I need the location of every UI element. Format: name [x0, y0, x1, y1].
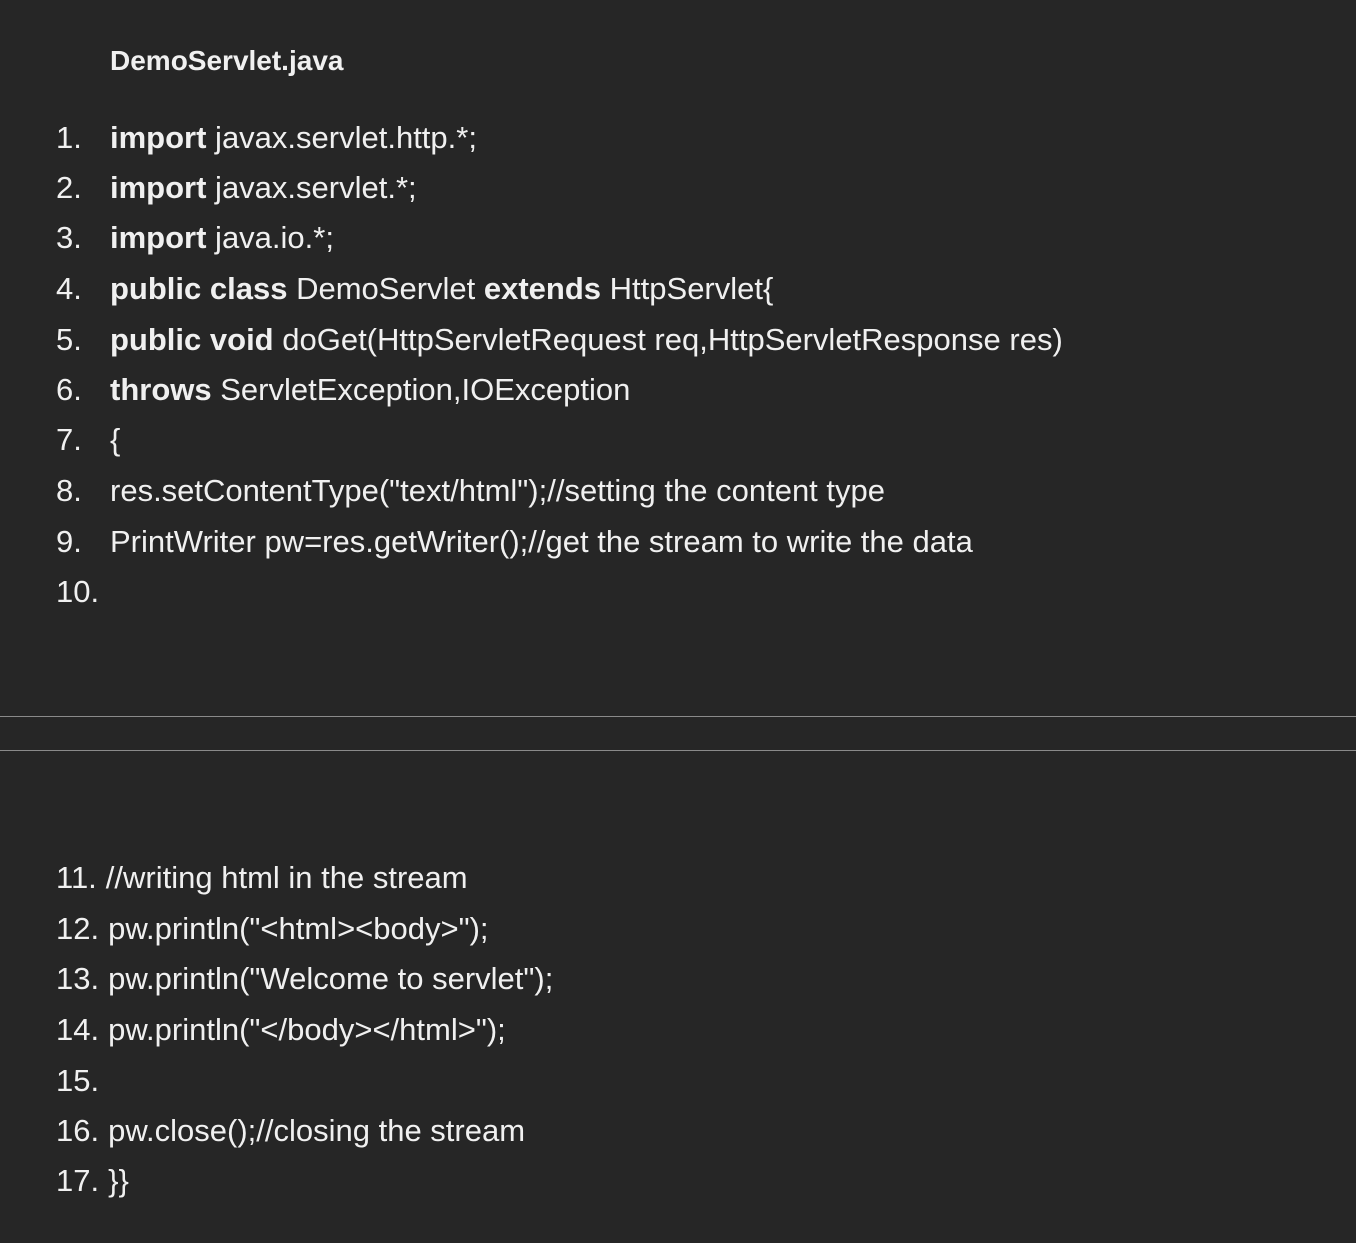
code-line-17: 17.}} [56, 1161, 129, 1201]
code-line-14: 14. pw.println("</body></html>"); [56, 1010, 506, 1050]
page-break-gap [0, 717, 1356, 750]
line-number: 6. [56, 372, 82, 407]
line-number: 7. [56, 422, 82, 457]
code-line-10: 10. [56, 572, 110, 612]
code-line-4: 4. public class DemoServlet extends HttpS… [56, 269, 773, 309]
code-text: DemoServlet [287, 271, 484, 306]
keyword: public void [110, 322, 274, 357]
line-number: 8. [56, 473, 82, 508]
line-number: 15. [56, 1063, 100, 1098]
code-text: javax.servlet.*; [206, 170, 417, 205]
code-text: res.setContentType("text/html");//settin… [110, 473, 885, 508]
code-line-8: 8. res.setContentType("text/html");//sett… [56, 471, 885, 511]
line-number: 1. [56, 120, 82, 155]
code-line-6: 6. throws ServletException,IOException [56, 370, 630, 410]
line-number: 2. [56, 170, 82, 205]
code-text: ServletException,IOException [211, 372, 631, 407]
file-title: DemoServlet.java [110, 45, 344, 76]
line-number: 10. [56, 574, 100, 609]
code-text: javax.servlet.http.*; [206, 120, 477, 155]
line-number: 16. [56, 1113, 100, 1148]
keyword: extends [483, 271, 602, 306]
keyword: throws [110, 372, 212, 407]
line-number: 13. [56, 961, 100, 996]
page-top-edge [0, 750, 1356, 751]
code-text: pw.println("<html><body>"); [108, 911, 489, 946]
line-number: 12. [56, 911, 100, 946]
code-line-2: 2. import javax.servlet.*; [56, 168, 417, 208]
code-line-7: 7. { [56, 420, 120, 460]
code-line-13: 13. pw.println("Welcome to servlet"); [56, 959, 553, 999]
code-line-16: 16. pw.close();//closing the stream [56, 1111, 525, 1151]
code-text: pw.println("</body></html>"); [108, 1012, 506, 1047]
code-line-9: 9. PrintWriter pw=res.getWriter();//get t… [56, 522, 973, 562]
code-line-12: 12. pw.println("<html><body>"); [56, 909, 489, 949]
code-text: PrintWriter pw=res.getWriter();//get the… [110, 524, 973, 559]
code-text: { [110, 422, 121, 457]
code-line-11: 11.//writing html in the stream [56, 858, 468, 898]
line-number: 4. [56, 271, 82, 306]
code-line-15: 15. [56, 1061, 108, 1101]
line-number: 9. [56, 524, 82, 559]
code-line-1: 1. import javax.servlet.http.*; [56, 118, 477, 158]
code-text: doGet(HttpServletRequest req,HttpServlet… [273, 322, 1063, 357]
code-line-3: 3. import java.io.*; [56, 218, 334, 258]
code-line-5: 5. public void doGet(HttpServletRequest r… [56, 320, 1063, 360]
keyword: import [110, 220, 207, 255]
code-text: pw.close();//closing the stream [108, 1113, 526, 1148]
line-number: 14. [56, 1012, 100, 1047]
keyword: import [110, 120, 207, 155]
line-number: 5. [56, 322, 82, 357]
code-text: pw.println("Welcome to servlet"); [108, 961, 554, 996]
page-bottom-edge [0, 716, 1356, 717]
line-number: 17. [56, 1163, 100, 1198]
code-text: java.io.*; [206, 220, 334, 255]
keyword: import [110, 170, 207, 205]
line-number: 3. [56, 220, 82, 255]
code-text: }} [108, 1163, 129, 1198]
keyword: public class [110, 271, 288, 306]
code-text: //writing html in the stream [105, 860, 468, 895]
code-text: HttpServlet{ [601, 271, 774, 306]
line-number: 11. [56, 860, 97, 895]
